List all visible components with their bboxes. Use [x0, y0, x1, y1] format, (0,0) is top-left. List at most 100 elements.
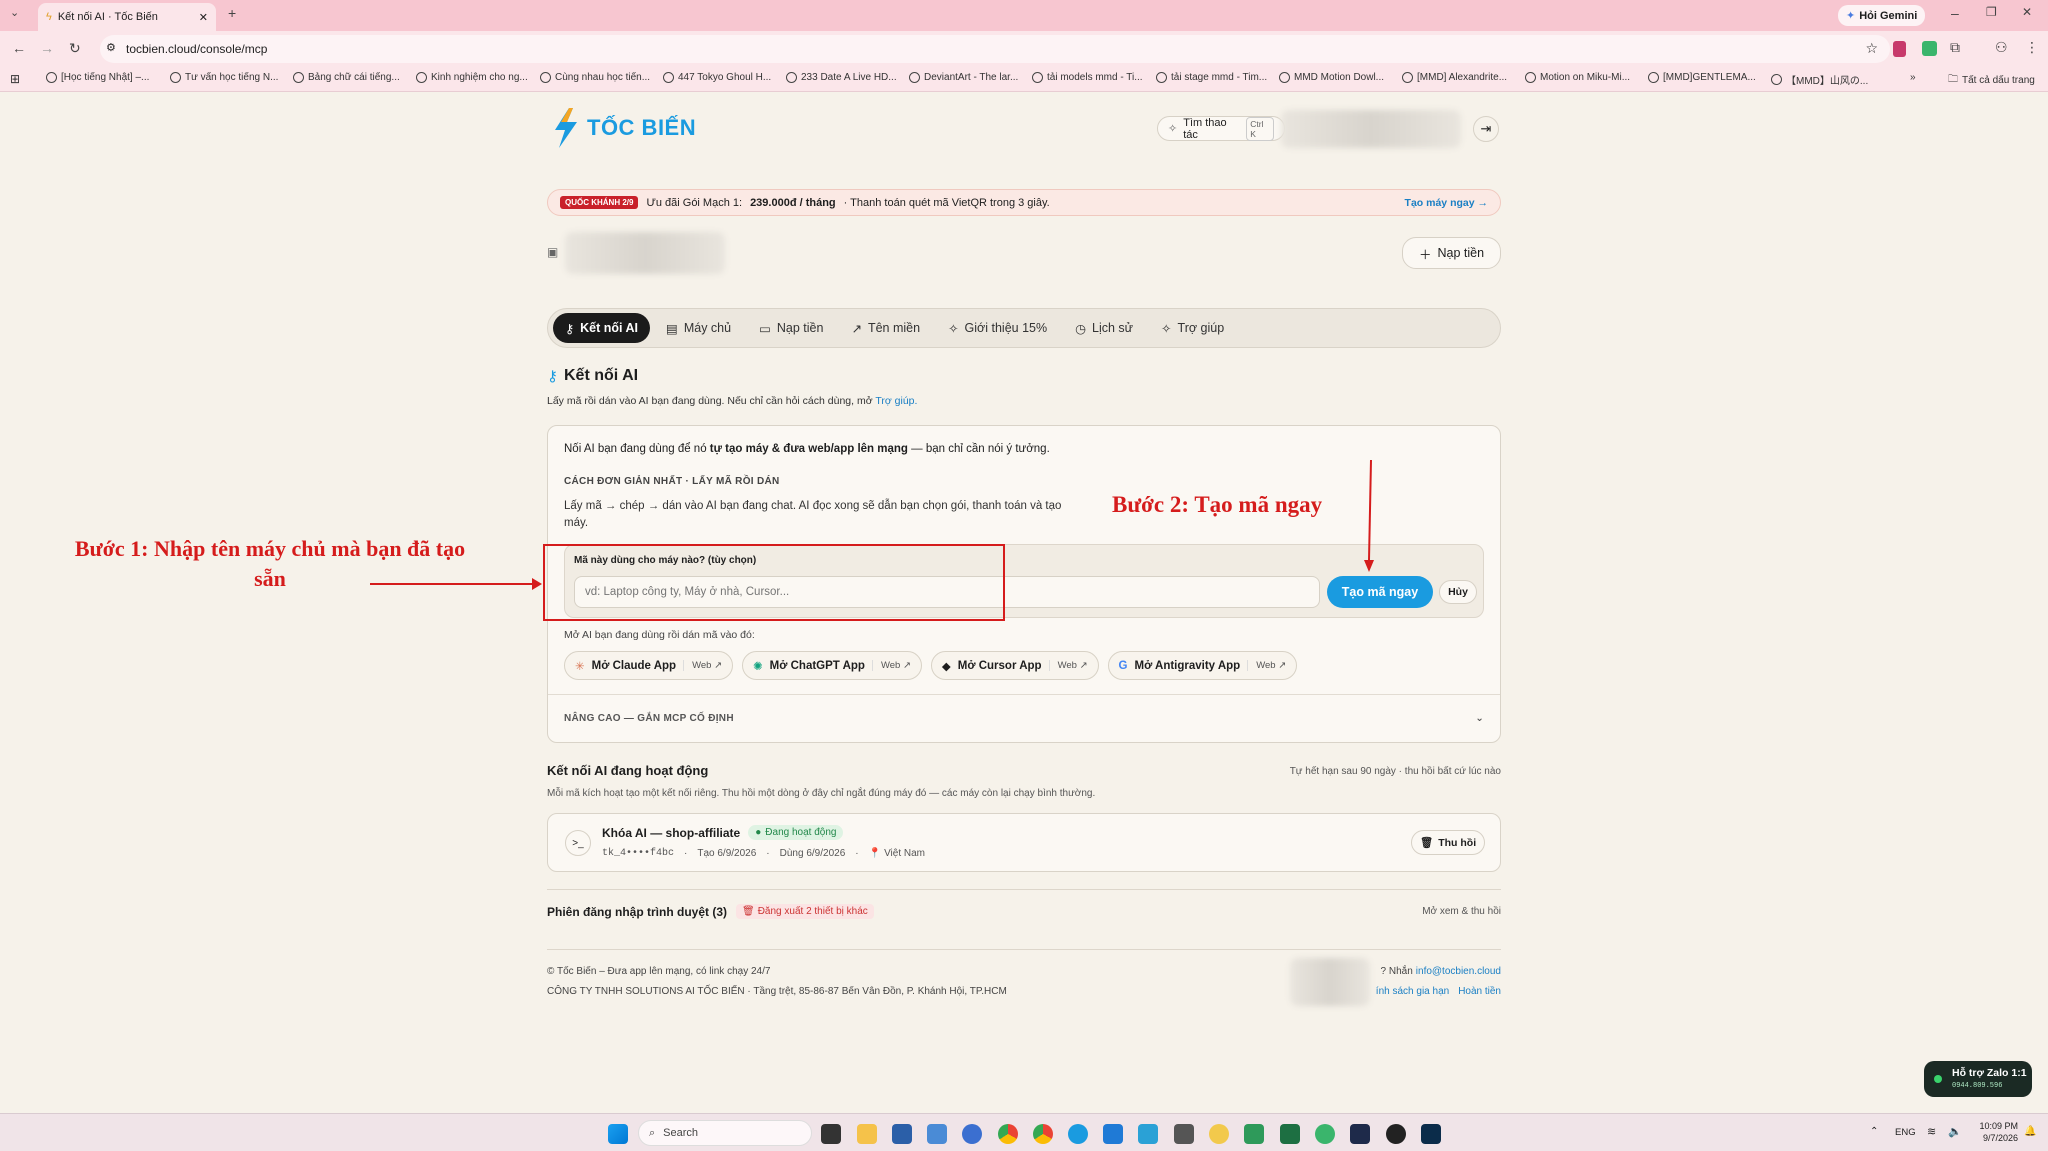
extensions-puzzle-icon[interactable]: ⧉: [1950, 39, 1960, 56]
tab-tro-giup[interactable]: ✧ Trợ giúp: [1149, 313, 1236, 343]
sessions-manage-link[interactable]: Mở xem & thu hồi: [1300, 906, 1501, 917]
bookmark-item[interactable]: Kinh nghiệm cho ng...: [416, 72, 528, 83]
advanced-toggle[interactable]: NÂNG CAO — GẮN MCP CỐ ĐỊNH ⌄: [564, 706, 1484, 730]
extension-shield-icon[interactable]: [1893, 41, 1906, 57]
forward-icon[interactable]: →: [40, 40, 54, 56]
tab-nap-tien[interactable]: ▭ Nạp tiền: [747, 313, 835, 343]
open-claude-button[interactable]: ✳ Mở Claude App Web ↗: [564, 651, 734, 680]
bookmark-item[interactable]: DeviantArt - The lar...: [909, 72, 1018, 83]
menu-kebab-icon[interactable]: ⋮: [2025, 39, 2039, 56]
tab-list-icon[interactable]: ⌄: [10, 6, 19, 19]
messenger-icon[interactable]: [962, 1124, 982, 1144]
footer-contact: ? Nhắn info@tocbien.cloud: [1370, 966, 1501, 977]
tab-ket-noi-ai[interactable]: ⚷ Kết nối AI: [553, 313, 651, 343]
app-icon[interactable]: [1209, 1124, 1229, 1144]
new-tab-icon[interactable]: +: [228, 5, 236, 21]
url-field[interactable]: ⚙ tocbien.cloud/console/mcp ☆: [100, 35, 1890, 63]
start-icon[interactable]: [608, 1124, 628, 1144]
bookmark-item[interactable]: 233 Date A Live HD...: [786, 72, 897, 83]
promo-cta-link[interactable]: Tạo máy ngay →: [1405, 197, 1488, 209]
excel-icon[interactable]: [1280, 1124, 1300, 1144]
open-chatgpt-button[interactable]: ✺ Mở ChatGPT App Web ↗: [742, 651, 922, 680]
zalo-support-button[interactable]: Hỗ trợ Zalo 1:1 0944.809.596: [1924, 1061, 2032, 1097]
app-icon[interactable]: [1138, 1124, 1158, 1144]
profile-icon[interactable]: ⚇: [1995, 39, 2008, 56]
web-link[interactable]: Web ↗: [683, 660, 722, 671]
minimize-icon[interactable]: –: [1951, 5, 1959, 21]
bookmark-item[interactable]: MMD Motion Dowl...: [1279, 72, 1384, 83]
more-bookmarks-icon[interactable]: »: [1910, 72, 1916, 83]
back-icon[interactable]: ←: [12, 40, 26, 56]
help-link[interactable]: Trợ giúp.: [875, 395, 917, 407]
site-info-icon[interactable]: ⚙: [106, 41, 116, 54]
web-link[interactable]: Web ↗: [871, 660, 911, 671]
user-account-blurred[interactable]: [1281, 110, 1461, 148]
store-icon[interactable]: [892, 1124, 912, 1144]
window-close-icon[interactable]: ✕: [2022, 5, 2032, 19]
web-link[interactable]: Web ↗: [1048, 660, 1088, 671]
revoke-button[interactable]: 🗑 Thu hồi: [1411, 830, 1485, 855]
restore-icon[interactable]: ❐: [1986, 5, 1997, 19]
clock[interactable]: 10:09 PM 9/7/2026: [1972, 1120, 2018, 1144]
bookmark-item[interactable]: tải stage mmd - Tim...: [1156, 72, 1267, 83]
taskbar-search[interactable]: ⌕ Search: [638, 1120, 812, 1146]
chatgpt-app-icon[interactable]: [1386, 1124, 1406, 1144]
bookmark-item[interactable]: Tư vấn học tiếng N...: [170, 72, 278, 83]
brand-logo[interactable]: TỐC BIẾN: [551, 108, 696, 148]
policy-link[interactable]: ính sách gia hạn: [1376, 986, 1449, 997]
browser-tab[interactable]: ϟ Kết nối AI · Tốc Biến ✕: [38, 3, 216, 31]
topup-button[interactable]: ＋ Nạp tiền: [1402, 237, 1501, 269]
console-nav: ⚷ Kết nối AI ▤ Máy chủ ▭ Nạp tiền ↗ Tên miền…: [547, 308, 1501, 348]
bookmark-item[interactable]: 【MMD】山风の...: [1771, 72, 1868, 87]
apps-grid-icon[interactable]: ⊞: [10, 72, 20, 86]
bookmark-item[interactable]: 447 Tokyo Ghoul H...: [663, 72, 771, 83]
chrome-profile-icon[interactable]: [1033, 1124, 1053, 1144]
intro-bold: tự tạo máy & đưa web/app lên mạng: [709, 443, 908, 455]
notification-bell-icon[interactable]: 🔔: [2024, 1126, 2036, 1137]
extension-green-icon[interactable]: [1922, 41, 1937, 56]
tab-ten-mien[interactable]: ↗ Tên miền: [839, 313, 932, 343]
app-icon[interactable]: [1103, 1124, 1123, 1144]
reload-icon[interactable]: ↻: [69, 40, 81, 57]
logo-text: TỐC BIẾN: [587, 115, 697, 140]
bookmark-item[interactable]: [MMD]GENTLEMA...: [1648, 72, 1756, 83]
task-view-icon[interactable]: [821, 1124, 841, 1144]
bookmark-item[interactable]: Bảng chữ cái tiếng...: [293, 72, 400, 83]
edge-icon[interactable]: [1068, 1124, 1088, 1144]
photos-icon[interactable]: [927, 1124, 947, 1144]
tray-chevron-icon[interactable]: ⌃: [1870, 1126, 1878, 1137]
email-link[interactable]: info@tocbien.cloud: [1416, 966, 1501, 977]
app-icon[interactable]: [1174, 1124, 1194, 1144]
volume-icon[interactable]: 🔈: [1948, 1125, 1962, 1138]
tab-may-chu[interactable]: ▤ Máy chủ: [654, 313, 743, 343]
file-explorer-icon[interactable]: [857, 1124, 877, 1144]
language-indicator[interactable]: ENG: [1895, 1127, 1916, 1138]
bookmark-star-icon[interactable]: ☆: [1865, 40, 1878, 57]
refund-link[interactable]: Hoàn tiền: [1458, 986, 1501, 997]
close-tab-icon[interactable]: ✕: [199, 11, 208, 24]
chrome-icon[interactable]: [998, 1124, 1018, 1144]
bookmark-item[interactable]: [Học tiếng Nhật] –...: [46, 72, 149, 83]
create-token-button[interactable]: Tạo mã ngay: [1327, 576, 1433, 608]
bookmark-item[interactable]: Cùng nhau học tiến...: [540, 72, 650, 83]
tab-gioi-thieu[interactable]: ✧ Giới thiệu 15%: [936, 313, 1059, 343]
wifi-icon[interactable]: ≋: [1927, 1125, 1936, 1138]
app-icon[interactable]: [1350, 1124, 1370, 1144]
all-bookmarks[interactable]: 🗀 Tất cả dấu trang: [1948, 72, 2035, 89]
command-search[interactable]: ✧ Tìm thao tác Ctrl K: [1157, 116, 1285, 141]
cancel-button[interactable]: Hủy: [1439, 580, 1477, 604]
photoshop-icon[interactable]: [1421, 1124, 1441, 1144]
open-antigravity-button[interactable]: G Mở Antigravity App Web ↗: [1107, 651, 1298, 680]
bookmark-item[interactable]: tải models mmd - Ti...: [1032, 72, 1143, 83]
open-cursor-button[interactable]: ◆ Mở Cursor App Web ↗: [930, 651, 1099, 680]
chevron-down-icon: ⌄: [1475, 712, 1484, 724]
app-icon[interactable]: [1315, 1124, 1335, 1144]
logout-icon[interactable]: ⇥: [1473, 116, 1499, 142]
bookmark-item[interactable]: Motion on Miku-Mi...: [1525, 72, 1630, 83]
web-link[interactable]: Web ↗: [1247, 660, 1286, 671]
notepad-icon[interactable]: [1244, 1124, 1264, 1144]
tab-lich-su[interactable]: ◷ Lịch sử: [1063, 313, 1145, 343]
logout-others-button[interactable]: 🗑 Đăng xuất 2 thiết bị khác: [736, 904, 874, 919]
bookmark-item[interactable]: [MMD] Alexandrite...: [1402, 72, 1507, 83]
gemini-button[interactable]: ✦ Hỏi Gemini: [1838, 5, 1926, 26]
